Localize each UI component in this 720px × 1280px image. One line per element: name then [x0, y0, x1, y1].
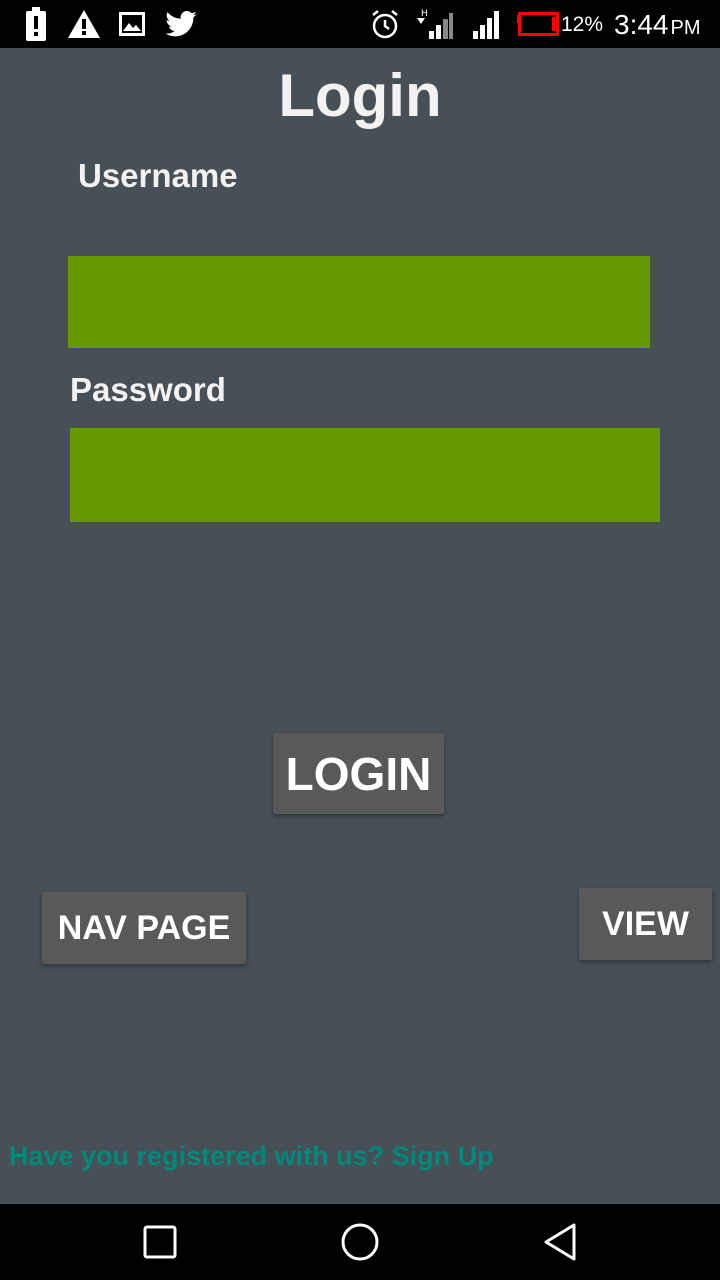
image-icon — [116, 0, 148, 48]
warning-icon — [66, 0, 102, 48]
battery-low-icon — [514, 0, 560, 48]
battery-alert-icon — [22, 0, 50, 48]
clock-ampm: PM — [670, 17, 701, 39]
back-icon[interactable] — [522, 1204, 598, 1280]
password-field[interactable] — [70, 428, 660, 522]
home-icon[interactable] — [322, 1204, 398, 1280]
signup-link[interactable]: Have you registered with us? Sign Up — [9, 1138, 494, 1174]
alarm-icon — [368, 0, 402, 48]
page-title: Login — [278, 62, 442, 129]
password-label: Password — [70, 371, 226, 408]
battery-percent: 12% — [561, 13, 604, 36]
signal-icon — [468, 0, 504, 48]
view-button[interactable]: VIEW — [579, 888, 712, 960]
username-label: Username — [78, 157, 238, 194]
clock: 3:44 PM — [614, 0, 701, 48]
twitter-icon — [162, 0, 200, 48]
username-field[interactable] — [68, 256, 650, 348]
clock-time: 3:44 — [614, 9, 669, 40]
svg-text:H: H — [421, 9, 428, 19]
recents-icon[interactable] — [122, 1204, 198, 1280]
signal-h-icon: H — [414, 0, 454, 48]
status-bar: H 12% 3:44 PM — [0, 0, 720, 48]
nav-page-button[interactable]: NAV PAGE — [42, 892, 246, 964]
navigation-bar — [0, 1204, 720, 1280]
login-button[interactable]: LOGIN — [273, 733, 444, 814]
